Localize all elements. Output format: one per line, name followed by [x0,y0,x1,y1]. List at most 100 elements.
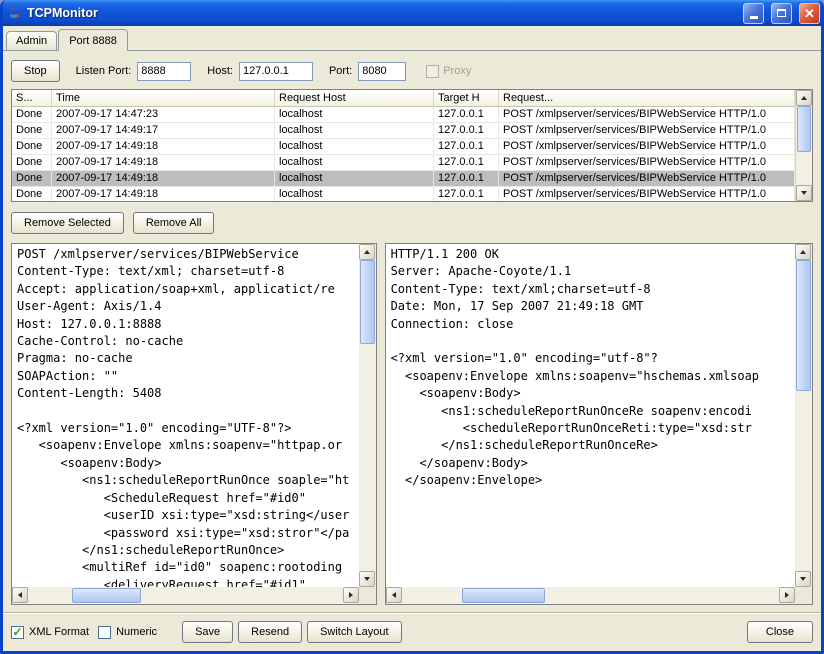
scroll-down-icon [801,191,807,195]
title-bar[interactable]: TCPMonitor ✕ [0,0,824,26]
table-cell-request_host: localhost [275,187,434,201]
request-scroll-down-button[interactable] [359,571,375,587]
response-scroll-left-button[interactable] [386,587,402,603]
save-button[interactable]: Save [182,621,233,643]
table-vscroll-track[interactable] [796,106,812,185]
response-scroll-corner [795,587,812,604]
switch-layout-button[interactable]: Switch Layout [307,621,401,643]
table-cell-state: Done [12,107,52,122]
table-row[interactable]: Done2007-09-17 14:49:17localhost127.0.0.… [12,123,795,139]
scroll-left-icon [18,592,22,598]
xml-format-checkbox[interactable]: ✓ [11,626,24,639]
scroll-up-icon [364,250,370,254]
port-input[interactable] [358,62,406,81]
minimize-button[interactable] [743,3,764,24]
request-vscroll-track[interactable] [359,260,376,571]
table-cell-target: 127.0.0.1 [434,139,499,154]
table-cell-state: Done [12,139,52,154]
host-input[interactable] [239,62,313,81]
response-hscroll-track[interactable] [402,587,779,604]
table-row[interactable]: Done2007-09-17 14:49:18localhost127.0.0.… [12,139,795,155]
column-header-state[interactable]: S... [12,90,52,106]
proxy-label: Proxy [443,65,471,77]
tab-port-8888[interactable]: Port 8888 [58,29,128,51]
tab-bar: Admin Port 8888 [3,26,821,50]
request-hscrollbar[interactable] [12,587,359,604]
response-vscroll-track[interactable] [795,260,812,571]
response-pane: HTTP/1.1 200 OK Server: Apache-Coyote/1.… [385,243,813,605]
table-cell-target: 127.0.0.1 [434,155,499,170]
response-scroll-down-button[interactable] [795,571,811,587]
response-text[interactable]: HTTP/1.1 200 OK Server: Apache-Coyote/1.… [386,244,795,587]
table-scroll-up-button[interactable] [796,90,812,106]
table-cell-request: POST /xmlpserver/services/BIPWebService … [499,139,795,154]
bottom-bar: ✓ XML Format Numeric Save Resend Switch … [3,612,821,651]
port-8888-panel: Stop Listen Port: Host: Port: Proxy S...… [3,50,821,651]
remove-all-button[interactable]: Remove All [133,212,215,234]
request-scroll-right-button[interactable] [343,587,359,603]
table-cell-request_host: localhost [275,123,434,138]
table-vscroll-thumb[interactable] [797,106,811,152]
table-cell-state: Done [12,155,52,170]
scroll-up-icon [800,250,806,254]
message-panes: POST /xmlpserver/services/BIPWebService … [3,243,821,605]
column-header-target-host[interactable]: Target H [434,90,499,106]
maximize-icon [777,9,786,17]
tab-admin[interactable]: Admin [6,31,57,50]
table-scroll-down-button[interactable] [796,185,812,201]
stop-button[interactable]: Stop [11,60,60,82]
response-vscrollbar[interactable] [795,244,812,587]
table-cell-time: 2007-09-17 14:49:18 [52,139,275,154]
toolbar: Stop Listen Port: Host: Port: Proxy [3,51,821,89]
table-cell-request_host: localhost [275,107,434,122]
table-cell-target: 127.0.0.1 [434,187,499,201]
connections-table: S... Time Request Host Target H Request.… [11,89,813,202]
request-table-body: Done2007-09-17 14:47:23localhost127.0.0.… [12,107,795,201]
request-hscroll-thumb[interactable] [72,588,141,603]
request-text[interactable]: POST /xmlpserver/services/BIPWebService … [12,244,359,587]
request-hscroll-track[interactable] [28,587,343,604]
table-cell-state: Done [12,187,52,201]
table-row[interactable]: Done2007-09-17 14:49:18localhost127.0.0.… [12,187,795,201]
table-cell-target: 127.0.0.1 [434,123,499,138]
table-header: S... Time Request Host Target H Request.… [12,90,795,107]
request-pane: POST /xmlpserver/services/BIPWebService … [11,243,377,605]
scroll-up-icon [801,96,807,100]
response-vscroll-thumb[interactable] [796,260,811,391]
table-cell-time: 2007-09-17 14:47:23 [52,107,275,122]
maximize-button[interactable] [771,3,792,24]
numeric-label: Numeric [116,626,157,638]
response-hscroll-thumb[interactable] [462,588,545,603]
request-vscroll-thumb[interactable] [360,260,375,344]
listen-port-input[interactable] [137,62,191,81]
response-hscrollbar[interactable] [386,587,795,604]
request-vscrollbar[interactable] [359,244,376,587]
response-scroll-right-button[interactable] [779,587,795,603]
remove-selected-button[interactable]: Remove Selected [11,212,124,234]
column-header-time[interactable]: Time [52,90,275,106]
response-scroll-up-button[interactable] [795,244,811,260]
table-row[interactable]: Done2007-09-17 14:47:23localhost127.0.0.… [12,107,795,123]
table-vscrollbar[interactable] [795,90,812,201]
request-scroll-up-button[interactable] [359,244,375,260]
table-cell-state: Done [12,171,52,186]
table-row[interactable]: Done2007-09-17 14:49:18localhost127.0.0.… [12,171,795,187]
table-cell-request: POST /xmlpserver/services/BIPWebService … [499,171,795,186]
scroll-left-icon [392,592,396,598]
close-window-button[interactable]: ✕ [799,3,820,24]
table-cell-time: 2007-09-17 14:49:17 [52,123,275,138]
table-cell-target: 127.0.0.1 [434,171,499,186]
java-icon[interactable] [6,5,22,21]
column-header-request[interactable]: Request... [499,90,795,106]
scroll-right-icon [785,592,789,598]
resend-button[interactable]: Resend [238,621,302,643]
numeric-checkbox[interactable] [98,626,111,639]
close-button[interactable]: Close [747,621,813,643]
request-scroll-left-button[interactable] [12,587,28,603]
tcpmonitor-window: TCPMonitor ✕ Admin Port 8888 Stop Listen… [0,0,824,654]
window-title: TCPMonitor [27,6,736,20]
table-cell-time: 2007-09-17 14:49:18 [52,171,275,186]
column-header-request-host[interactable]: Request Host [275,90,434,106]
table-cell-request: POST /xmlpserver/services/BIPWebService … [499,123,795,138]
table-row[interactable]: Done2007-09-17 14:49:18localhost127.0.0.… [12,155,795,171]
